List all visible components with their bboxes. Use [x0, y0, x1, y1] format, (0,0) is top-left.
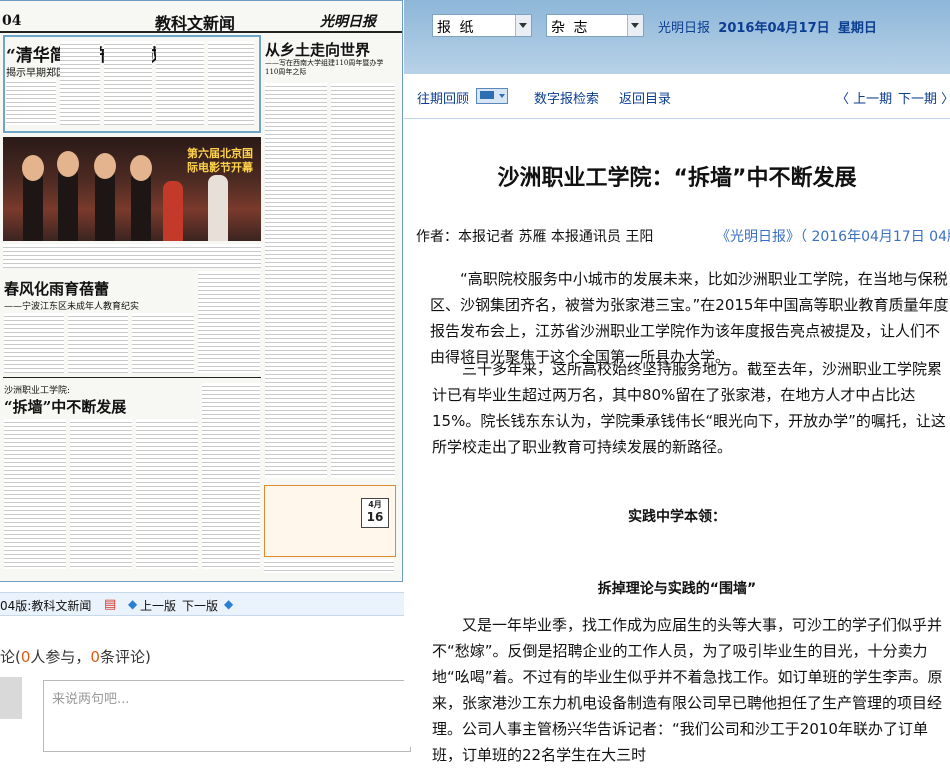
subheadline-xinan: ——写在西南大学组建110周年暨办学110周年之际	[265, 59, 384, 76]
participant-count: 0	[20, 648, 31, 666]
paper-logo: 光明日报	[320, 14, 376, 30]
masthead-rule	[0, 31, 402, 33]
archive-link[interactable]: 往期回顾	[417, 88, 469, 107]
film-festival-photo[interactable]: 第六届北京国际电影节开幕	[3, 137, 261, 241]
article-source-link[interactable]: 《光明日报》（ 2016年04月17日 04版	[716, 226, 950, 246]
photo-face	[57, 151, 79, 177]
comment-prefix: 论(	[0, 648, 21, 666]
text-column	[198, 271, 260, 373]
calendar-picker-icon[interactable]	[476, 88, 508, 104]
prev-page-arrow-icon: ◆	[128, 597, 138, 611]
newspaper-select-value: 报 纸	[437, 20, 476, 36]
issue-date: 2016年04月17日	[718, 21, 830, 36]
avatar	[0, 677, 22, 719]
pdf-icon[interactable]: ▤	[104, 597, 116, 612]
festival-logo-text: 第六届北京国际电影节开幕	[187, 147, 253, 174]
text-column	[70, 419, 132, 569]
photo-figure	[23, 171, 43, 241]
article-subheading: 拆掉理论与实践的“围墙”	[597, 581, 757, 597]
prev-issue-link[interactable]: 〈 上一期	[836, 88, 892, 107]
text-column	[156, 41, 204, 125]
chevron-down-icon	[515, 15, 531, 36]
photo-face	[94, 153, 116, 179]
article-title: 沙洲职业工学院：“拆墙”中不断发展	[497, 166, 857, 191]
page-switch-bar: 04版:教科文新闻 ▤ ◆ 上一版 下一版 ◆	[0, 592, 404, 616]
prev-page-link[interactable]: 上一版	[140, 597, 176, 614]
comment-count: 0	[90, 648, 100, 666]
text-column	[4, 313, 64, 373]
text-column	[6, 79, 56, 125]
section-rule	[3, 377, 261, 378]
ad-day: 16	[366, 510, 384, 524]
photo-figure	[58, 167, 78, 241]
issue-info: 光明日报 2016年04月17日 星期日	[658, 17, 877, 36]
comment-count-label: 条评论)	[99, 648, 151, 666]
headline-shazhou[interactable]: “拆墙”中不断发展	[4, 396, 126, 417]
text-column	[60, 41, 100, 125]
article-panel: 报 纸 杂 志 光明日报 2016年04月17日 星期日 往期回顾 数字报检索 …	[404, 0, 950, 764]
article-paragraph: 三十多年来，这所高校始终坚持服务地方。截至去年，沙洲职业工学院累计已有毕业生超过…	[432, 360, 946, 456]
back-to-contents-link[interactable]: 返回目录	[619, 88, 671, 107]
text-column	[136, 419, 198, 569]
participant-label: 人参与，	[30, 648, 91, 666]
current-page-name: 04版:教科文新闻	[0, 599, 92, 613]
text-column	[208, 41, 254, 125]
advertisement-box[interactable]: 4月 16	[264, 485, 396, 557]
photo-figure	[163, 181, 183, 241]
subheadline-ningbo: ——宁波江东区未成年人教育纪实	[4, 302, 140, 312]
text-column	[331, 83, 395, 478]
comment-stats: 论(0人参与，0条评论)	[0, 646, 151, 667]
magazine-select[interactable]: 杂 志	[546, 14, 644, 37]
text-column	[68, 313, 128, 373]
article-paragraph: “高职院校服务中小城市的发展未来，比如沙洲职业工学院，在当地与保税区、沙钢集团齐…	[430, 270, 949, 366]
magazine-select-value: 杂 志	[551, 20, 590, 36]
top-toolbar: 报 纸 杂 志 光明日报 2016年04月17日 星期日	[404, 0, 950, 74]
photo-caption	[3, 244, 261, 268]
photo-face	[130, 155, 152, 181]
newspaper-page-image[interactable]: 04 教科文新闻 光明日报 “清华简”发布最新成果 揭示早期郑国历史 从乡土走向…	[0, 0, 403, 582]
photo-figure	[208, 175, 228, 241]
page-number: 04	[2, 13, 22, 29]
text-column	[265, 83, 327, 478]
headline-ningbo: 春风化雨育蓓蕾	[4, 280, 110, 298]
paper-name: 光明日报	[658, 21, 711, 36]
chevron-down-icon	[627, 15, 643, 36]
text-column	[132, 313, 194, 373]
headline-xinan: 从乡土走向世界	[265, 41, 371, 59]
newspaper-panel: 04 教科文新闻 光明日报 “清华简”发布最新成果 揭示早期郑国历史 从乡土走向…	[0, 0, 411, 752]
photo-face	[22, 155, 44, 181]
comment-input[interactable]: 来说两句吧...	[43, 680, 411, 752]
next-issue-link[interactable]: 下一期 〉	[898, 88, 950, 107]
article-subheading: 实践中学本领：	[628, 509, 726, 525]
text-column	[202, 383, 260, 569]
newspaper-select[interactable]: 报 纸	[432, 14, 532, 37]
text-column	[104, 41, 152, 125]
photo-figure	[95, 169, 115, 241]
search-link[interactable]: 数字报检索	[534, 88, 599, 107]
text-column	[4, 419, 66, 569]
article-paragraph: 又是一年毕业季，找工作成为应届生的头等大事，可沙工的学子们似乎并不“愁嫁”。反倒…	[432, 616, 943, 764]
comment-placeholder: 来说两句吧...	[52, 692, 130, 707]
issue-weekday: 星期日	[837, 21, 877, 36]
next-page-link[interactable]: 下一版	[182, 597, 218, 614]
calendar-icon: 4月 16	[361, 498, 389, 528]
issue-navbar: 往期回顾 数字报检索 返回目录 〈 上一期 下一期 〉	[404, 74, 950, 119]
photo-figure	[131, 171, 151, 241]
kicker-shazhou: 沙洲职业工学院:	[4, 386, 71, 396]
text-column	[264, 559, 394, 573]
next-page-arrow-icon: ◆	[224, 597, 234, 611]
article-byline: 作者：本报记者 苏雁 本报通讯员 王阳	[416, 229, 654, 245]
